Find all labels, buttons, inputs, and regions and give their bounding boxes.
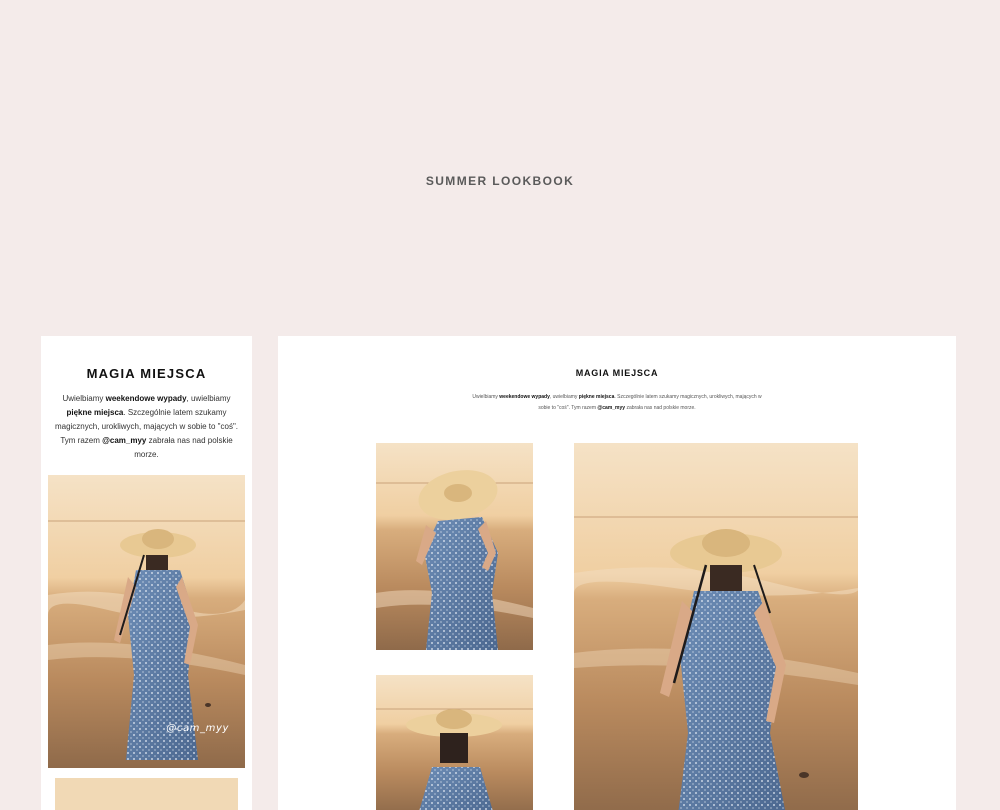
text-span: , uwielbiamy (186, 394, 231, 403)
photo-handle-overlay: @cam_myy (166, 723, 229, 734)
text-span: Uwielbiamy (472, 394, 500, 400)
desktop-preview-card: MAGIA MIEJSCA Uwielbiamy weekendowe wypa… (278, 336, 956, 810)
beach-photo (376, 675, 533, 810)
desktop-description: Uwielbiamy weekendowe wypady, uwielbiamy… (467, 392, 767, 414)
handle-link[interactable]: @cam_myy (102, 436, 146, 445)
text-span: , uwielbiamy (549, 394, 579, 400)
desktop-heading: MAGIA MIEJSCA (575, 368, 659, 378)
beach-photo (376, 443, 533, 650)
bold-span: weekendowe wypady (499, 394, 550, 400)
text-span: zabrała nas nad polskie morze. (625, 405, 696, 411)
beach-photo: @cam_myy (48, 475, 245, 768)
mobile-description: Uwielbiamy weekendowe wypady, uwielbiamy… (53, 392, 240, 462)
text-span: Uwielbiamy (62, 394, 106, 403)
bold-span: piękne miejsca (578, 394, 615, 400)
handle-link[interactable]: @cam_myy (597, 405, 625, 411)
bold-span: piękne miejsca (66, 408, 124, 417)
beach-photo (574, 443, 858, 810)
bold-span: weekendowe wypady (105, 394, 187, 403)
mobile-heading: MAGIA MIEJSCA (86, 366, 207, 381)
mobile-preview-card: MAGIA MIEJSCA Uwielbiamy weekendowe wypa… (41, 336, 252, 810)
text-span: zabrała nas nad polskie morze. (134, 436, 233, 459)
page-title: SUMMER LOOKBOOK (425, 174, 575, 188)
beach-photo (55, 778, 238, 810)
